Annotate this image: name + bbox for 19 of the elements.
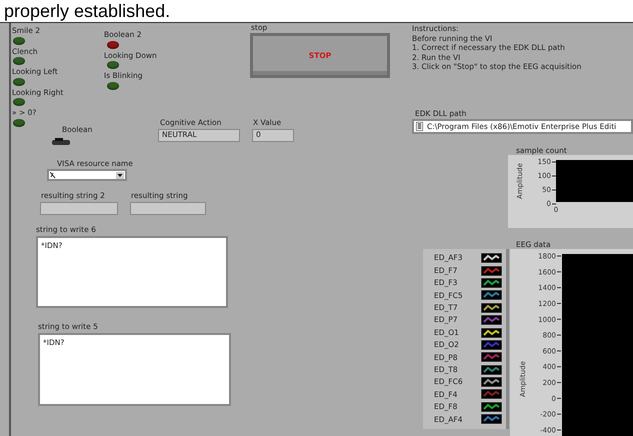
line-sample-icon xyxy=(481,328,502,338)
line-sample-icon xyxy=(481,315,502,326)
line-sample-icon xyxy=(481,302,502,313)
line-sample-icon xyxy=(481,352,502,362)
line-sample-icon xyxy=(481,402,502,412)
line-sample-icon xyxy=(481,377,502,388)
resource-icon xyxy=(50,172,56,178)
line-sample-icon xyxy=(481,414,502,424)
line-sample-icon xyxy=(481,278,502,288)
line-sample-icon xyxy=(481,290,502,300)
toggle-switch[interactable] xyxy=(52,138,70,146)
line-sample-icon xyxy=(481,389,502,400)
line-sample-icon xyxy=(481,253,502,264)
browse-icon[interactable] xyxy=(416,122,423,131)
dropdown-arrow-icon[interactable] xyxy=(116,172,124,178)
line-sample-icon xyxy=(481,266,502,276)
header-text: properly established. xyxy=(4,1,170,21)
line-sample-icon xyxy=(481,364,502,375)
line-sample-icon xyxy=(481,340,502,350)
